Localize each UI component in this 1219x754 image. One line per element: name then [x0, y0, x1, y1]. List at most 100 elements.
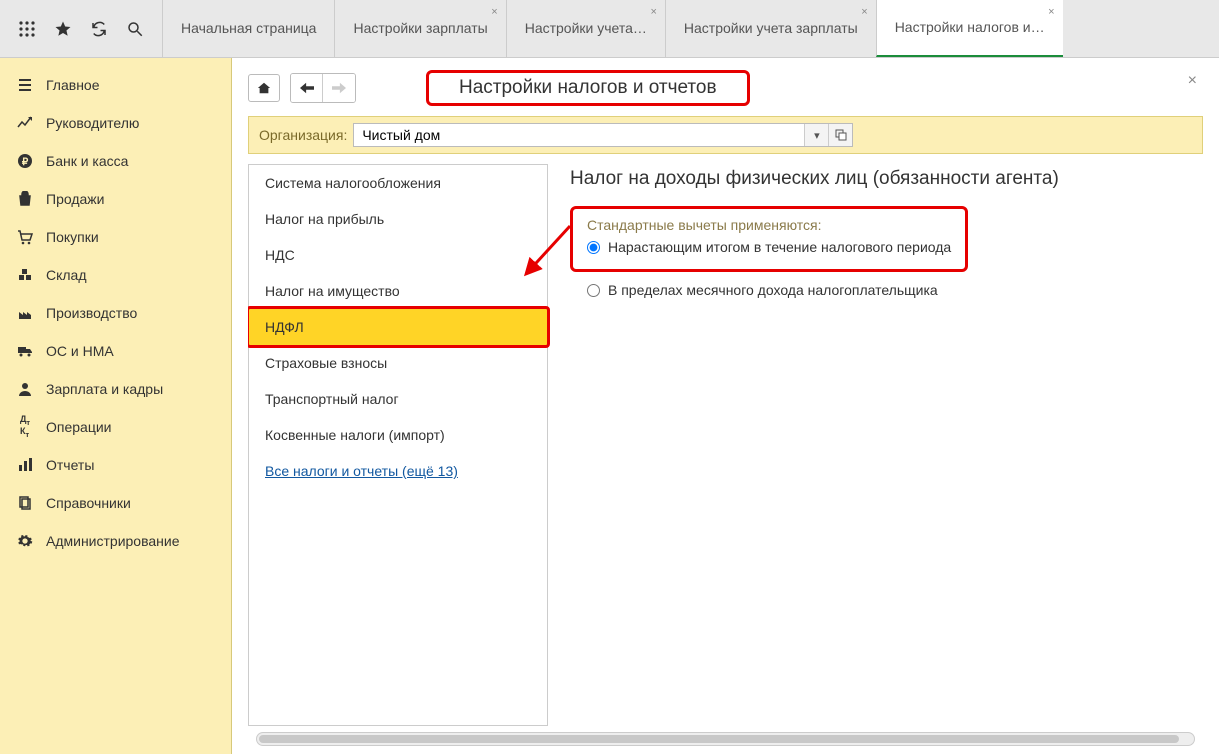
apps-icon[interactable]	[18, 20, 36, 38]
sidebar-item-assets[interactable]: ОС и НМА	[0, 332, 231, 370]
all-taxes-link[interactable]: Все налоги и отчеты (ещё 13)	[265, 463, 458, 479]
topbar: Начальная страница Настройки зарплаты × Н…	[0, 0, 1219, 58]
tabs: Начальная страница Настройки зарплаты × Н…	[162, 0, 1219, 57]
sidebar-label: Продажи	[46, 191, 104, 207]
org-label: Организация:	[259, 127, 347, 143]
chart-line-icon	[16, 114, 34, 132]
org-input-wrap: ▾	[353, 123, 853, 147]
boxes-icon	[16, 266, 34, 284]
close-icon[interactable]: ×	[650, 6, 656, 19]
org-input[interactable]	[354, 124, 804, 146]
sidebar-item-manager[interactable]: Руководителю	[0, 104, 231, 142]
close-page-icon[interactable]: ×	[1188, 72, 1197, 90]
svg-text:₽: ₽	[22, 157, 29, 168]
menu-icon	[16, 76, 34, 94]
sidebar-item-operations[interactable]: ДтКт Операции	[0, 408, 231, 446]
sidebar-item-salary[interactable]: Зарплата и кадры	[0, 370, 231, 408]
sidebar-label: Зарплата и кадры	[46, 381, 163, 397]
person-icon	[16, 380, 34, 398]
sidebar-item-production[interactable]: Производство	[0, 294, 231, 332]
nav-group	[290, 73, 356, 103]
dk-icon: ДтКт	[16, 418, 34, 436]
back-button[interactable]	[291, 74, 323, 102]
sidebar-label: Главное	[46, 77, 100, 93]
sidebar-item-warehouse[interactable]: Склад	[0, 256, 231, 294]
sidebar-item-sales[interactable]: Продажи	[0, 180, 231, 218]
close-icon[interactable]: ×	[1048, 6, 1054, 19]
org-open-button[interactable]	[828, 124, 852, 146]
content: Система налогообложения Налог на прибыль…	[248, 164, 1203, 726]
truck-icon	[16, 342, 34, 360]
layout: Главное Руководителю ₽ Банк и касса Прод…	[0, 58, 1219, 754]
sidebar-label: Операции	[46, 419, 112, 435]
home-button[interactable]	[248, 74, 280, 102]
sidebar-label: Производство	[46, 305, 137, 321]
scrollbar-thumb[interactable]	[259, 735, 1179, 743]
tax-item-ndfl[interactable]: НДФЛ	[249, 309, 547, 345]
radio-input[interactable]	[587, 284, 600, 297]
org-dropdown-button[interactable]: ▾	[804, 124, 828, 146]
sidebar-item-main[interactable]: Главное	[0, 66, 231, 104]
tax-item[interactable]: Страховые взносы	[249, 345, 547, 381]
tab-salary-accounting[interactable]: Настройки учета зарплаты×	[665, 0, 876, 57]
star-icon[interactable]	[54, 20, 72, 38]
history-icon[interactable]	[90, 20, 108, 38]
tab-tax-settings[interactable]: Настройки налогов и…×	[876, 0, 1063, 57]
close-icon[interactable]: ×	[491, 6, 497, 19]
sidebar-item-reports[interactable]: Отчеты	[0, 446, 231, 484]
tab-label: Настройки учета…	[525, 20, 647, 37]
bag-icon	[16, 190, 34, 208]
tax-item[interactable]: Налог на имущество	[249, 273, 547, 309]
tax-item[interactable]: Система налогообложения	[249, 165, 547, 201]
toolbar-icons	[0, 0, 162, 57]
sidebar-item-bank[interactable]: ₽ Банк и касса	[0, 142, 231, 180]
tax-item[interactable]: Косвенные налоги (импорт)	[249, 417, 547, 453]
tax-more-link: Все налоги и отчеты (ещё 13)	[249, 453, 547, 489]
titlebar: Настройки налогов и отчетов	[248, 70, 1203, 106]
tab-salary-settings[interactable]: Настройки зарплаты ×	[334, 0, 505, 57]
page-title: Настройки налогов и отчетов	[459, 77, 717, 98]
tax-item-label: НДФЛ	[265, 319, 304, 335]
main: × Настройки налогов и отчетов Организаци…	[232, 58, 1219, 754]
tab-home[interactable]: Начальная страница	[162, 0, 334, 57]
tab-label: Настройки учета зарплаты	[684, 20, 858, 37]
sidebar-label: Отчеты	[46, 457, 94, 473]
tax-item[interactable]: Транспортный налог	[249, 381, 547, 417]
sidebar-label: Покупки	[46, 229, 99, 245]
org-bar: Организация: ▾	[248, 116, 1203, 154]
radio-input[interactable]	[587, 241, 600, 254]
group-label: Стандартные вычеты применяются:	[587, 217, 951, 233]
sidebar-item-reference[interactable]: Справочники	[0, 484, 231, 522]
sidebar-label: ОС и НМА	[46, 343, 114, 359]
ruble-icon: ₽	[16, 152, 34, 170]
bars-icon	[16, 456, 34, 474]
tab-accounting-settings[interactable]: Настройки учета…×	[506, 0, 665, 57]
sidebar-label: Банк и касса	[46, 153, 128, 169]
detail-title: Налог на доходы физических лиц (обязанно…	[570, 168, 1203, 190]
tax-item[interactable]: НДС	[249, 237, 547, 273]
detail: Налог на доходы физических лиц (обязанно…	[548, 164, 1203, 726]
radio-label: В пределах месячного дохода налогоплател…	[608, 282, 938, 298]
docs-icon	[16, 494, 34, 512]
sidebar-item-purchases[interactable]: Покупки	[0, 218, 231, 256]
radio-cumulative[interactable]: Нарастающим итогом в течение налогового …	[587, 239, 951, 255]
close-icon[interactable]: ×	[861, 6, 867, 19]
sidebar-label: Справочники	[46, 495, 131, 511]
sidebar-label: Администрирование	[46, 533, 180, 549]
radio-monthly[interactable]: В пределах месячного дохода налогоплател…	[570, 276, 1203, 298]
factory-icon	[16, 304, 34, 322]
gear-icon	[16, 532, 34, 550]
radio-label: Нарастающим итогом в течение налогового …	[608, 239, 951, 255]
tab-label: Настройки налогов и…	[895, 19, 1045, 36]
sidebar-label: Склад	[46, 267, 87, 283]
cart-icon	[16, 228, 34, 246]
horizontal-scrollbar[interactable]	[256, 732, 1195, 746]
tax-item[interactable]: Налог на прибыль	[249, 201, 547, 237]
tab-label: Начальная страница	[181, 20, 316, 37]
page-title-highlight: Настройки налогов и отчетов	[426, 70, 750, 106]
search-icon[interactable]	[126, 20, 144, 38]
forward-button	[323, 74, 355, 102]
tax-list: Система налогообложения Налог на прибыль…	[248, 164, 548, 726]
sidebar-item-admin[interactable]: Администрирование	[0, 522, 231, 560]
tab-label: Настройки зарплаты	[353, 20, 487, 37]
